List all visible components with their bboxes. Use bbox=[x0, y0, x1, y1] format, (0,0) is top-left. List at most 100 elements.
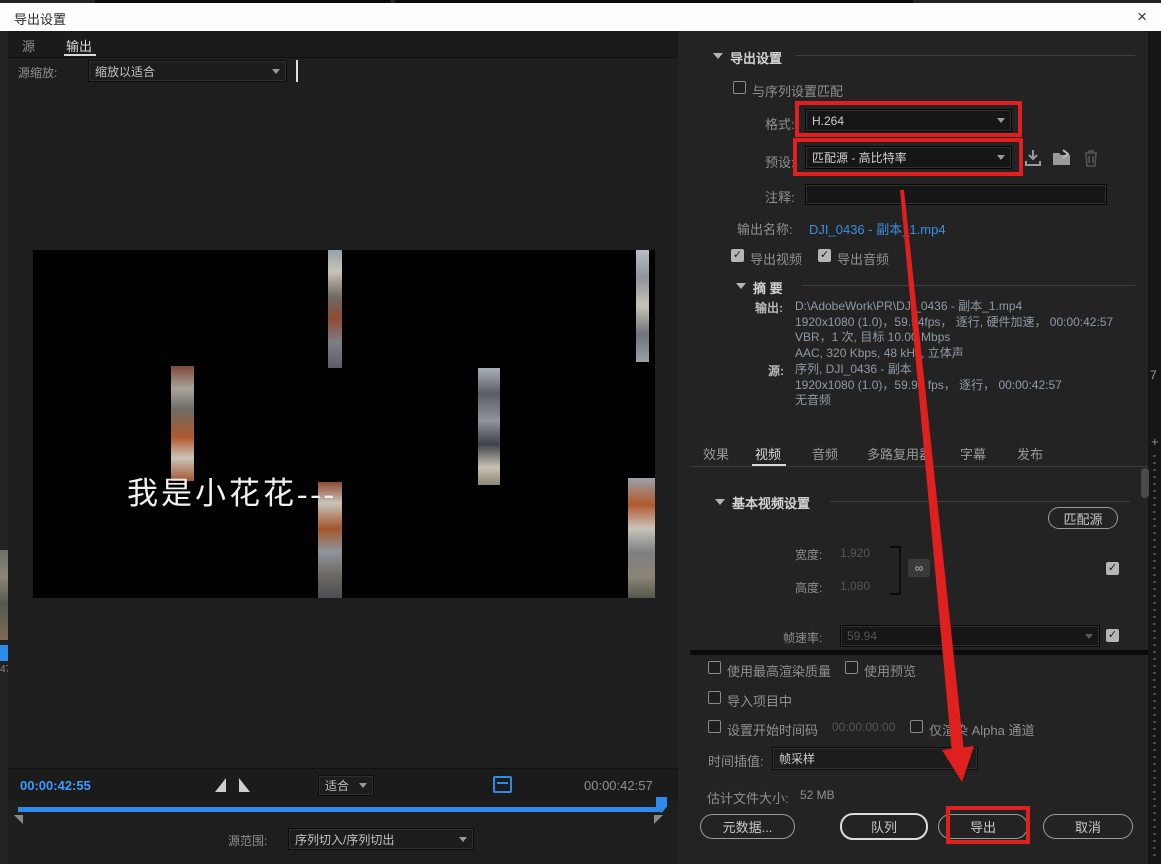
output-name-label: 输出名称: bbox=[737, 219, 793, 238]
summary-line: 序列, DJI_0436 - 副本 bbox=[795, 362, 1062, 378]
source-scaling-value: 缩放以适合 bbox=[95, 63, 155, 80]
export-settings-dialog: 导出设置 × 47 7 + 源 输出 源缩放: 缩放以适合 bbox=[0, 0, 1161, 864]
summary-line: VBR，1 次, 目标 10.00 Mbps bbox=[795, 330, 1113, 346]
tab-audio[interactable]: 音频 bbox=[812, 444, 838, 463]
panel-separator bbox=[690, 650, 1148, 655]
summary-line: 无音频 bbox=[795, 393, 1062, 409]
chevron-down-icon bbox=[459, 837, 467, 842]
import-preset-icon[interactable] bbox=[1051, 148, 1073, 168]
preset-label: 预设: bbox=[765, 152, 795, 171]
transport-bar: 00:00:42:55 适合 00:00:42:57 bbox=[8, 768, 678, 801]
framerate-checkbox[interactable] bbox=[1106, 629, 1119, 642]
video-preview: 我是小花花--- bbox=[33, 250, 655, 598]
tab-captions[interactable]: 字幕 bbox=[960, 444, 986, 463]
tab-multiplexer[interactable]: 多路复用器 bbox=[867, 444, 932, 463]
current-timecode[interactable]: 00:00:42:55 bbox=[20, 778, 91, 793]
queue-label: 队列 bbox=[871, 817, 897, 836]
video-strip bbox=[328, 250, 342, 368]
delete-preset-icon[interactable] bbox=[1082, 148, 1100, 168]
format-label: 格式: bbox=[765, 114, 795, 133]
video-settings-collapse-icon[interactable] bbox=[715, 499, 725, 505]
width-height-checkbox[interactable] bbox=[1106, 562, 1119, 575]
summary-source-block: 序列, DJI_0436 - 副本 1920x1080 (1.0)，59.94 … bbox=[795, 362, 1062, 409]
scrollbar-thumb[interactable] bbox=[1141, 468, 1149, 498]
framerate-label: 帧速率: bbox=[783, 629, 822, 646]
export-video-checkbox[interactable] bbox=[731, 249, 744, 262]
video-strip bbox=[478, 368, 500, 485]
section-divider bbox=[802, 285, 1135, 286]
tab-video-underline bbox=[752, 464, 786, 466]
source-preview-panel: 源 输出 源缩放: 缩放以适合 我是小花花--- 00:00:42:55 适合 bbox=[8, 31, 678, 864]
framerate-dropdown[interactable]: 59.94 bbox=[840, 625, 1100, 647]
output-name-link[interactable]: DJI_0436 - 副本_1.mp4 bbox=[809, 219, 946, 238]
text-caret bbox=[296, 60, 298, 82]
time-interpolation-value: 帧采样 bbox=[779, 750, 815, 767]
chevron-down-icon bbox=[1085, 634, 1093, 639]
summary-line: 1920x1080 (1.0)，59.94fps， 逐行, 硬件加速， 00:0… bbox=[795, 315, 1113, 331]
queue-button[interactable]: 队列 bbox=[840, 813, 928, 840]
use-previews-checkbox[interactable] bbox=[845, 661, 858, 674]
timeline-scrubber[interactable] bbox=[18, 807, 660, 812]
comment-input[interactable] bbox=[805, 184, 1107, 205]
in-point-icon[interactable] bbox=[215, 778, 226, 792]
start-timecode-value: 00:00:00:00 bbox=[832, 720, 895, 734]
link-dimensions-icon[interactable]: ∞ bbox=[908, 559, 930, 577]
dialog-title: 导出设置 bbox=[14, 9, 66, 28]
comment-label: 注释: bbox=[765, 187, 795, 206]
set-start-timecode-checkbox[interactable] bbox=[708, 720, 721, 733]
background-right-sliver: 7 + bbox=[1148, 31, 1161, 864]
close-icon[interactable]: × bbox=[1137, 7, 1147, 27]
source-range-value: 序列切入/序列切出 bbox=[295, 831, 394, 848]
estimated-size-label: 估计文件大小: bbox=[707, 788, 789, 807]
match-sequence-checkbox[interactable] bbox=[733, 81, 746, 94]
video-strip bbox=[628, 478, 655, 598]
match-source-label: 匹配源 bbox=[1063, 509, 1102, 528]
preview-zoom-dropdown[interactable]: 适合 bbox=[318, 775, 374, 796]
basic-video-settings-header: 基本视频设置 bbox=[732, 493, 810, 512]
video-caption: 我是小花花--- bbox=[127, 468, 337, 513]
format-value: H.264 bbox=[812, 114, 844, 128]
range-end-handle[interactable] bbox=[654, 815, 663, 824]
format-dropdown[interactable]: H.264 bbox=[805, 109, 1012, 132]
source-output-tabs: 源 输出 bbox=[8, 31, 678, 58]
preset-dropdown[interactable]: 匹配源 - 高比特率 bbox=[805, 146, 1012, 169]
video-strip bbox=[171, 366, 194, 481]
save-preset-icon[interactable] bbox=[1023, 148, 1043, 168]
metadata-label: 元数据... bbox=[723, 817, 773, 836]
source-scaling-label: 源缩放: bbox=[18, 64, 57, 81]
source-range-label: 源范围: bbox=[228, 832, 267, 849]
range-start-handle[interactable] bbox=[14, 815, 23, 824]
tab-output[interactable]: 输出 bbox=[66, 36, 92, 55]
metadata-button[interactable]: 元数据... bbox=[700, 814, 795, 839]
width-label: 宽度: bbox=[795, 546, 822, 563]
source-range-dropdown[interactable]: 序列切入/序列切出 bbox=[288, 828, 474, 850]
time-interpolation-dropdown[interactable]: 帧采样 bbox=[772, 747, 978, 770]
summary-collapse-icon[interactable] bbox=[736, 283, 746, 289]
crop-output-icon[interactable] bbox=[493, 776, 512, 793]
cancel-label: 取消 bbox=[1075, 817, 1101, 836]
duration-timecode: 00:00:42:57 bbox=[584, 778, 653, 793]
export-audio-checkbox[interactable] bbox=[818, 249, 831, 262]
use-previews-label: 使用预览 bbox=[864, 661, 916, 680]
max-render-quality-checkbox[interactable] bbox=[708, 661, 721, 674]
import-into-project-checkbox[interactable] bbox=[708, 691, 721, 704]
tab-source[interactable]: 源 bbox=[22, 36, 35, 55]
source-scaling-dropdown[interactable]: 缩放以适合 bbox=[88, 60, 287, 82]
cancel-button[interactable]: 取消 bbox=[1043, 814, 1133, 839]
set-start-timecode-label: 设置开始时间码 bbox=[727, 720, 818, 739]
section-collapse-icon[interactable] bbox=[713, 53, 723, 59]
out-point-icon[interactable] bbox=[239, 778, 250, 792]
title-bar: 导出设置 × bbox=[0, 3, 1161, 31]
tab-video[interactable]: 视频 bbox=[755, 444, 781, 463]
render-alpha-only-label: 仅渲染 Alpha 通道 bbox=[929, 720, 1034, 739]
width-value: 1,920 bbox=[840, 546, 870, 560]
match-source-button[interactable]: 匹配源 bbox=[1048, 507, 1118, 529]
preview-zoom-value: 适合 bbox=[325, 777, 349, 794]
estimated-size-value: 52 MB bbox=[800, 788, 835, 802]
tab-effects[interactable]: 效果 bbox=[703, 444, 729, 463]
render-alpha-only-checkbox[interactable] bbox=[910, 720, 923, 733]
preset-value: 匹配源 - 高比特率 bbox=[812, 149, 907, 166]
export-button[interactable]: 导出 bbox=[938, 814, 1028, 839]
chevron-down-icon bbox=[272, 69, 280, 74]
tab-publish[interactable]: 发布 bbox=[1017, 444, 1043, 463]
